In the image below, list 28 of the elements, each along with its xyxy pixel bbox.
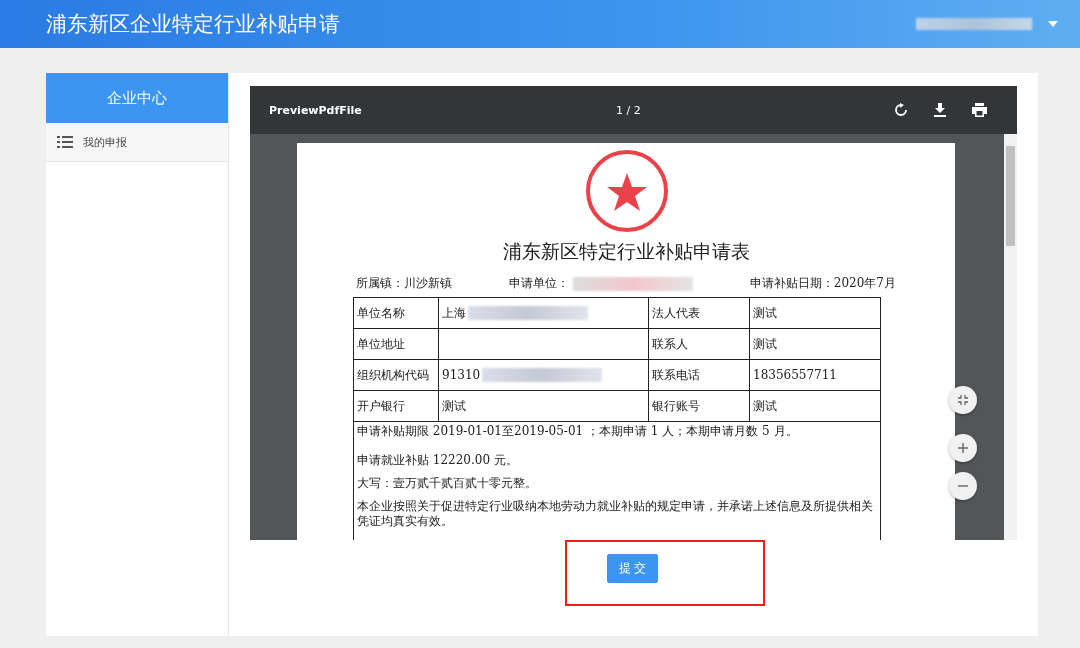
table-cell: 测试 <box>753 305 777 320</box>
form-paragraph: 本企业按照关于促进特定行业吸纳本地劳动力就业补贴的规定申请，并承诺上述信息及所提供相关凭证均真实有效。 <box>357 499 874 529</box>
pdf-file-name: PreviewPdfFile <box>269 103 362 117</box>
table-cell: 91310 <box>442 368 481 382</box>
sidebar-item[interactable]: 我的申报 <box>46 123 228 162</box>
form-meta-text: 申请补贴日期：2020年7月 <box>749 275 896 292</box>
form-meta-label: 申请单位： <box>508 275 569 292</box>
sidebar-title: 企业中心 <box>46 73 228 123</box>
table-cell: 单位名称 <box>357 305 405 320</box>
page-indicator: 1 / 2 <box>616 103 641 117</box>
table-cell: 测试 <box>442 398 466 413</box>
form-paragraph: 申请就业补贴 12220.00 元。 <box>357 453 519 468</box>
table-cell: 测试 <box>753 398 777 413</box>
app-title: 浦东新区企业特定行业补贴申请 <box>46 11 340 38</box>
table-cell: 联系电话 <box>652 367 700 382</box>
form-paragraph: 申请补贴期限 2019-01-01至2019-05-01 ；本期申请 1 人；本期申请月数 5 月。 <box>357 424 799 439</box>
table-cell: 单位地址 <box>357 336 405 351</box>
table-cell: 开户银行 <box>357 398 405 413</box>
table-cell: 上海 <box>442 304 466 322</box>
form-title: 浦东新区特定行业补贴申请表 <box>502 239 750 264</box>
table-cell: 银行账号 <box>652 398 700 413</box>
table-cell: 组织机构代码 <box>357 367 429 382</box>
table-cell: 法人代表 <box>652 305 700 320</box>
table-cell: 联系人 <box>652 336 688 351</box>
form-paragraph: 大写：壹万贰千贰百贰十零元整。 <box>357 476 538 491</box>
form-meta-text: 所属镇：川沙新镇 <box>356 275 452 292</box>
table-cell: 测试 <box>753 336 777 351</box>
table-cell: 18356557711 <box>753 368 837 382</box>
